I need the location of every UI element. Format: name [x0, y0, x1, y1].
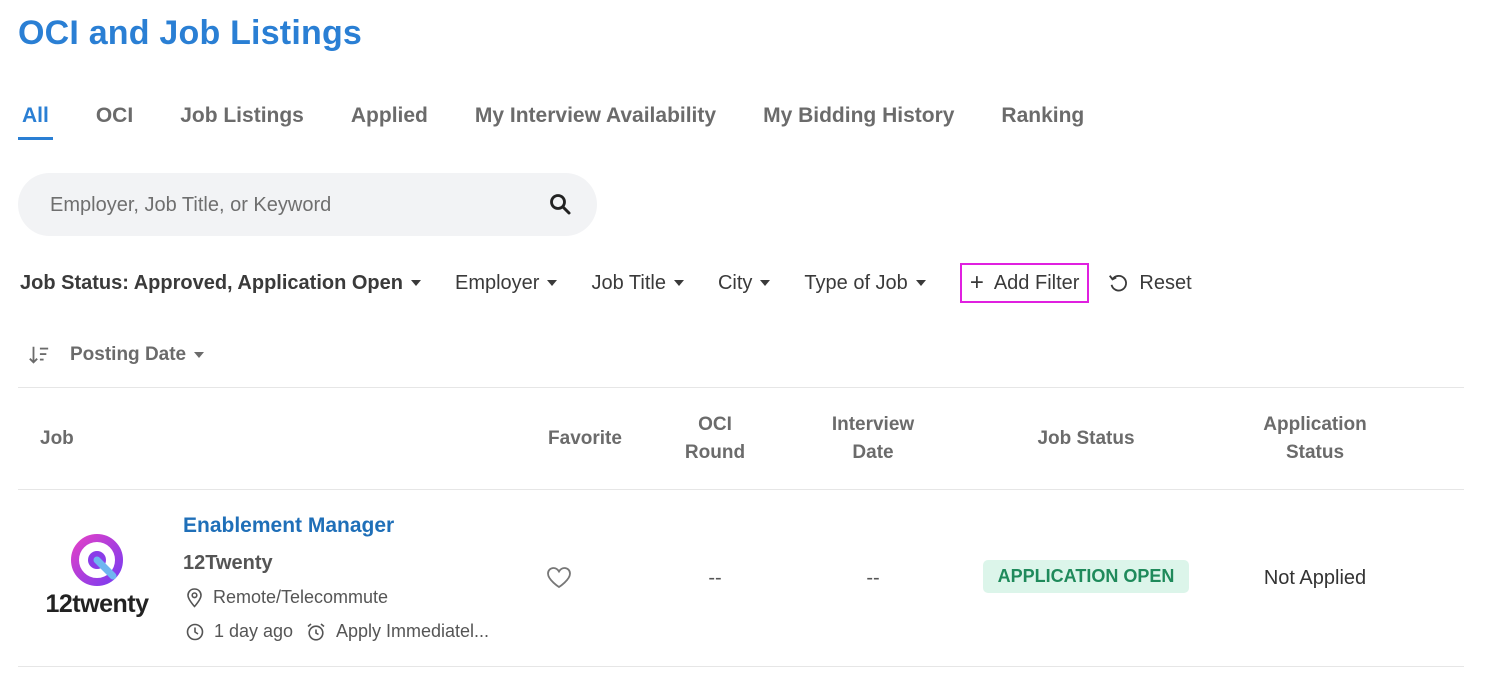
- search-icon[interactable]: [548, 192, 572, 216]
- tab-all[interactable]: All: [18, 100, 53, 140]
- employer-filter-label: Employer: [454, 271, 540, 294]
- header-job-status: Job Status: [1037, 428, 1135, 449]
- job-title-link[interactable]: Enablement Manager: [183, 514, 394, 538]
- job-status-filter-label: Job Status: Approved, Application Open: [20, 271, 403, 294]
- caret-down-icon: [547, 280, 558, 286]
- application-status-value: Not Applied: [1263, 567, 1367, 589]
- location-text: Remote/Telecommute: [213, 587, 389, 607]
- header-favorite: Favorite: [548, 428, 622, 449]
- header-application-status: Application Status: [1240, 411, 1390, 467]
- header-oci-round-line1: OCI: [698, 414, 732, 435]
- logo-text: 12twenty: [45, 590, 149, 618]
- job-title-filter-label: Job Title: [591, 271, 666, 294]
- city-filter-label: City: [717, 271, 753, 294]
- sort-label: Posting Date: [70, 344, 187, 365]
- oci-round-value: --: [708, 567, 722, 589]
- search-bar: [18, 173, 597, 236]
- tab-oci[interactable]: OCI: [92, 100, 137, 140]
- add-filter-button[interactable]: + Add Filter: [959, 263, 1090, 303]
- city-filter[interactable]: City: [717, 271, 771, 295]
- employer-name: 12Twenty: [183, 552, 273, 574]
- reset-icon: [1109, 274, 1128, 292]
- location-pin-icon: [187, 587, 202, 608]
- job-status-filter[interactable]: Job Status: Approved, Application Open: [20, 272, 421, 295]
- tab-applied[interactable]: Applied: [347, 100, 432, 140]
- header-interview-date-line2: Date: [852, 442, 894, 463]
- deadline-text: Apply Immediatel...: [336, 621, 490, 641]
- header-interview-date-line1: Interview: [831, 414, 915, 435]
- divider: [18, 387, 1464, 388]
- clock-icon: [186, 623, 204, 640]
- tab-my-bidding-history[interactable]: My Bidding History: [759, 100, 958, 140]
- caret-down-icon: [410, 280, 421, 286]
- logo-icon: [71, 534, 123, 586]
- header-interview-date: Interview Date: [808, 411, 938, 467]
- company-logo: 12twenty: [42, 532, 152, 627]
- employer-filter[interactable]: Employer: [454, 271, 558, 295]
- header-job: Job: [40, 428, 74, 449]
- tab-job-listings[interactable]: Job Listings: [176, 100, 308, 140]
- tab-ranking[interactable]: Ranking: [997, 100, 1088, 140]
- tab-my-interview-availability[interactable]: My Interview Availability: [471, 100, 720, 140]
- header-application-status-line1: Application: [1263, 414, 1367, 435]
- header-oci-round: OCI Round: [665, 411, 765, 467]
- location: Remote/Telecommute: [186, 587, 388, 608]
- alarm-clock-icon: [307, 622, 325, 641]
- sort-icon[interactable]: [28, 344, 50, 366]
- posted-date: 1 day ago: [186, 621, 293, 642]
- filter-bar: Job Status: Approved, Application Open E…: [20, 262, 1192, 304]
- plus-icon: +: [969, 269, 984, 296]
- job-title-filter[interactable]: Job Title: [591, 271, 684, 295]
- interview-date-value: --: [866, 567, 880, 589]
- page-title: OCI and Job Listings: [18, 14, 363, 52]
- header-oci-round-line2: Round: [684, 442, 746, 463]
- caret-down-icon: [760, 280, 771, 286]
- caret-down-icon: [194, 352, 205, 358]
- type-of-job-filter[interactable]: Type of Job: [804, 271, 926, 295]
- sort-bar: Posting Date: [28, 344, 205, 366]
- reset-button[interactable]: Reset: [1107, 271, 1192, 295]
- reset-label: Reset: [1139, 271, 1192, 294]
- posted-text: 1 day ago: [214, 621, 294, 641]
- status-badge: APPLICATION OPEN: [983, 560, 1189, 593]
- sort-dropdown[interactable]: Posting Date: [70, 344, 205, 366]
- divider: [18, 666, 1464, 667]
- tab-bar: All OCI Job Listings Applied My Intervie…: [18, 100, 1127, 140]
- header-application-status-line2: Status: [1285, 442, 1345, 463]
- divider: [18, 489, 1464, 490]
- heart-icon[interactable]: [546, 566, 572, 590]
- deadline: Apply Immediatel...: [306, 621, 489, 642]
- search-input[interactable]: [48, 187, 532, 223]
- caret-down-icon: [673, 280, 684, 286]
- caret-down-icon: [915, 280, 926, 286]
- type-of-job-filter-label: Type of Job: [804, 271, 908, 294]
- add-filter-label: Add Filter: [993, 271, 1080, 294]
